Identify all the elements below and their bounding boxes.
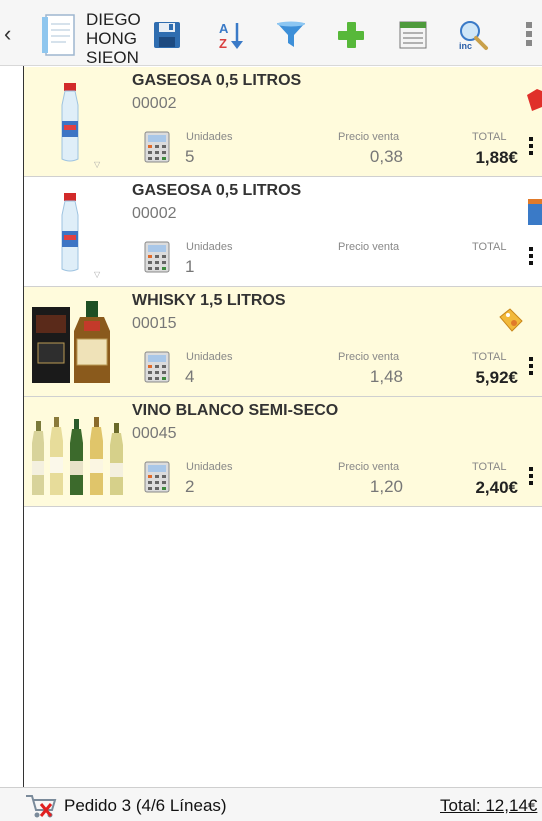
filter-button[interactable] xyxy=(274,18,308,52)
calculator-icon[interactable] xyxy=(144,131,170,163)
svg-text:▽: ▽ xyxy=(94,270,101,279)
total-label: TOTAL xyxy=(472,131,507,143)
total-label: TOTAL xyxy=(472,461,507,473)
price-label: Precio venta xyxy=(338,461,400,473)
price-label: Precio venta xyxy=(338,351,400,363)
product-code: 00045 xyxy=(132,425,177,442)
order-status-bar: Pedido 3 (4/6 Líneas) Total: 12,14€ xyxy=(0,787,542,821)
search-inc-icon: inc xyxy=(459,21,488,51)
product-image xyxy=(28,403,128,501)
total-value: 5,92€ xyxy=(475,368,518,387)
units-value: 5 xyxy=(185,147,195,166)
product-name: VINO BLANCO SEMI-SECO xyxy=(132,402,339,419)
price-label: Precio venta xyxy=(338,131,400,143)
units-value: 1 xyxy=(185,257,195,276)
calculator-icon[interactable] xyxy=(144,461,170,493)
cart-delete-icon[interactable] xyxy=(24,792,58,820)
product-image: ▽ xyxy=(28,183,128,281)
total-label: TOTAL xyxy=(472,351,507,363)
units-label: Unidades xyxy=(186,131,233,143)
order-lines-list: ▽ GASEOSA 0,5 LITROS 00002 Unidades Prec… xyxy=(24,67,542,507)
row-menu-icon[interactable] xyxy=(529,467,535,489)
list-item[interactable]: WHISKY 1,5 LITROS 00015 Unidades Precio … xyxy=(24,287,542,397)
blue-box-icon xyxy=(528,199,542,225)
units-label: Unidades xyxy=(186,461,233,473)
order-total-link[interactable]: Total: 12,14€ xyxy=(440,796,542,816)
total-value: 2,40€ xyxy=(475,478,518,497)
save-icon xyxy=(154,22,180,48)
customer-name[interactable]: DIEGO HONG SIEON xyxy=(86,10,146,66)
units-label: Unidades xyxy=(186,241,233,253)
product-name: GASEOSA 0,5 LITROS xyxy=(132,182,302,199)
filter-icon xyxy=(277,21,305,47)
customer-name-line: HONG xyxy=(86,29,137,48)
search-button[interactable]: inc xyxy=(456,18,490,52)
order-summary: Pedido 3 (4/6 Líneas) xyxy=(64,796,227,815)
yellow-tag-icon xyxy=(498,307,523,332)
calculator-icon[interactable] xyxy=(144,241,170,273)
document-icon[interactable] xyxy=(40,12,78,58)
sort-az-icon: A Z xyxy=(219,21,243,51)
list-item[interactable]: VINO BLANCO SEMI-SECO 00045 Unidades Pre… xyxy=(24,397,542,507)
row-menu-icon[interactable] xyxy=(529,137,535,159)
svg-text:inc: inc xyxy=(459,41,472,51)
units-value: 2 xyxy=(185,477,195,496)
calculator-icon[interactable] xyxy=(144,351,170,383)
price-value: 0,38 xyxy=(369,147,403,166)
row-menu-icon[interactable] xyxy=(529,357,535,379)
list-item[interactable]: ▽ GASEOSA 0,5 LITROS 00002 Unidades Prec… xyxy=(24,67,542,177)
price-value: 1,20 xyxy=(369,477,403,496)
total-value: 1,88€ xyxy=(475,148,518,167)
form-icon xyxy=(399,21,427,49)
total-label: TOTAL xyxy=(472,241,507,253)
svg-text:▽: ▽ xyxy=(94,160,101,169)
customer-name-line: SIEON xyxy=(86,48,139,66)
svg-text:A: A xyxy=(219,21,229,36)
overflow-menu-icon[interactable] xyxy=(526,20,534,50)
product-code: 00015 xyxy=(132,315,177,332)
product-image xyxy=(28,293,128,391)
units-label: Unidades xyxy=(186,351,233,363)
product-name: WHISKY 1,5 LITROS xyxy=(132,292,286,309)
add-button[interactable] xyxy=(334,18,368,52)
row-menu-icon[interactable] xyxy=(529,247,535,269)
back-button[interactable]: ‹ xyxy=(4,22,14,46)
list-item[interactable]: ▽ GASEOSA 0,5 LITROS 00002 Unidades Prec… xyxy=(24,177,542,287)
add-icon xyxy=(338,22,364,48)
svg-text:Z: Z xyxy=(219,36,227,51)
product-code: 00002 xyxy=(132,205,177,222)
action-bar: ‹ DIEGO HONG SIEON A Z inc xyxy=(0,0,542,66)
units-value: 4 xyxy=(185,367,195,386)
save-button[interactable] xyxy=(150,18,184,52)
product-name: GASEOSA 0,5 LITROS xyxy=(132,72,302,89)
price-label: Precio venta xyxy=(338,241,400,253)
sort-button[interactable]: A Z xyxy=(214,18,248,52)
red-tag-icon xyxy=(527,89,542,113)
form-button[interactable] xyxy=(396,18,430,52)
customer-name-line: DIEGO xyxy=(86,10,141,29)
product-image: ▽ xyxy=(28,73,128,171)
product-code: 00002 xyxy=(132,95,177,112)
price-value: 1,48 xyxy=(369,367,403,386)
